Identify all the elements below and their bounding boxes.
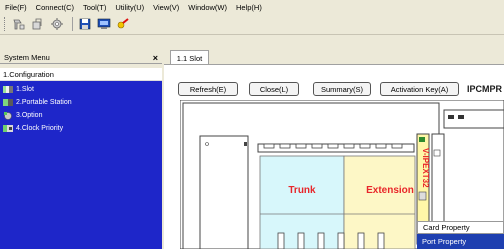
menu-utility[interactable]: Utility(U) xyxy=(115,3,144,12)
sidebar-item-label: 1.Slot xyxy=(16,86,34,93)
ipcmpr-label: IPCMPR xyxy=(467,84,503,94)
disconnect-icon[interactable] xyxy=(30,16,46,32)
menu-window[interactable]: Window(W) xyxy=(188,3,227,12)
port-property-menu-item[interactable]: Port Property xyxy=(417,234,504,249)
card-led xyxy=(419,137,425,142)
toolbar-grip[interactable] xyxy=(4,17,7,31)
menu-help[interactable]: Help(H) xyxy=(236,3,262,12)
indicator xyxy=(458,115,464,119)
card-property-menu-item[interactable]: Card Property xyxy=(417,221,504,234)
menu-connect[interactable]: Connect(C) xyxy=(36,3,74,12)
close-icon[interactable]: × xyxy=(153,53,158,63)
menu-file[interactable]: File(F) xyxy=(5,3,27,12)
program-icon[interactable] xyxy=(96,16,112,32)
sidebar-item-option[interactable]: 3.Option xyxy=(0,109,162,122)
sidebar-item-label: 4.Clock Priority xyxy=(16,125,64,132)
sidebar-item-label: 2.Portable Station xyxy=(16,99,72,106)
indicator xyxy=(448,115,454,119)
close-button[interactable]: Close(L) xyxy=(249,82,299,96)
rail-slots xyxy=(263,143,403,149)
menu-tool[interactable]: Tool(T) xyxy=(83,3,106,12)
sidebar-item-slot[interactable]: 1.Slot xyxy=(0,83,162,96)
toolbar-separator xyxy=(72,17,73,31)
sidebar-item-portable-station[interactable]: 2.Portable Station xyxy=(0,96,162,109)
sidebar-item-label: 3.Option xyxy=(16,112,43,119)
sidebar-nav: 1.Slot 2.Portable Station 3.Option 4.Clo… xyxy=(0,81,162,249)
system-menu-title: System Menu xyxy=(4,53,50,62)
configuration-section[interactable]: 1.Configuration xyxy=(0,68,162,81)
save-icon[interactable] xyxy=(77,16,93,32)
connect-icon[interactable] xyxy=(11,16,27,32)
menu-bar: File(F) Connect(C) Tool(T) Utility(U) Vi… xyxy=(0,0,504,14)
key-icon[interactable] xyxy=(115,16,131,32)
left-board[interactable] xyxy=(199,135,249,249)
trunk-label: Trunk xyxy=(288,185,316,196)
connector xyxy=(244,142,247,146)
refresh-button[interactable]: Refresh(E) xyxy=(178,82,238,96)
extension-label: Extension xyxy=(366,185,414,196)
settings-icon[interactable] xyxy=(49,16,65,32)
card-port[interactable] xyxy=(418,191,427,201)
portable-station-icon xyxy=(3,98,13,107)
slot-icon xyxy=(3,85,13,94)
toolbar xyxy=(0,14,504,35)
clock-priority-icon xyxy=(3,124,13,133)
summary-button[interactable]: Summary(S) xyxy=(313,82,371,96)
menu-view[interactable]: View(V) xyxy=(153,3,179,12)
system-menu-header: System Menu × xyxy=(0,52,162,64)
card-label: V-IPEXT32 xyxy=(421,148,430,188)
sidebar-item-clock-priority[interactable]: 4.Clock Priority xyxy=(0,122,162,135)
option-icon xyxy=(3,111,13,120)
activation-key-button[interactable]: Activation Key(A) xyxy=(380,82,459,96)
tab-slot[interactable]: 1.1 Slot xyxy=(170,50,209,65)
